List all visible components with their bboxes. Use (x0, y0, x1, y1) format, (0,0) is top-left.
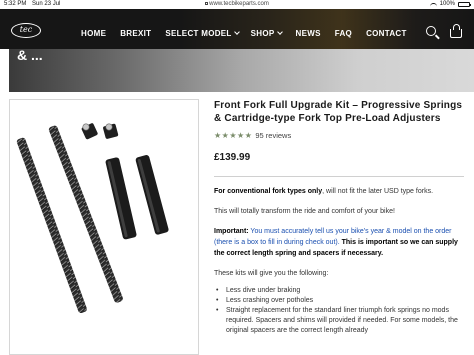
compatibility-rest: , will not fit the later USD type forks. (322, 188, 434, 195)
nav-item-contact[interactable]: CONTACT (366, 29, 407, 38)
search-icon[interactable] (426, 26, 436, 36)
product-title: Front Fork Full Upgrade Kit – Progressiv… (214, 100, 463, 124)
description-text: This will totally transform the ride and… (214, 208, 395, 215)
important-label: Important: (214, 228, 249, 235)
nav-menu: HOME BREXIT SELECT MODEL SHOP NEWS FAQ C… (81, 29, 407, 38)
preload-adjuster-1 (81, 123, 98, 140)
kit-intro: These kits will give you the following: (214, 270, 329, 277)
chevron-down-icon (233, 29, 240, 35)
nav-item-shop[interactable]: SHOP (251, 29, 283, 38)
main-nav: tec HOME BREXIT SELECT MODEL SHOP NEWS F… (0, 9, 474, 49)
nav-icons (426, 23, 462, 38)
battery-percent: 100% (439, 1, 455, 7)
status-indicators: 100% (429, 0, 471, 9)
address-bar[interactable]: www.tecbikeparts.com (0, 0, 474, 9)
hero-banner: & ... (9, 47, 474, 92)
chevron-down-icon (276, 29, 283, 35)
spring-left (16, 137, 87, 313)
site-logo[interactable]: tec (11, 23, 41, 38)
product-price: £139.99 (214, 152, 251, 163)
product-image[interactable] (9, 99, 199, 355)
product-rating[interactable]: ★★★★★ 95 reviews (214, 131, 466, 140)
url-text[interactable]: www.tecbikeparts.com (209, 1, 269, 7)
spacer-tube-1 (105, 157, 137, 240)
spring-right (48, 125, 123, 303)
compatibility-bold: For conventional fork types only (214, 188, 323, 195)
preload-adjuster-2 (103, 123, 119, 139)
star-rating-icon: ★★★★★ (214, 131, 253, 140)
cart-icon[interactable] (450, 23, 462, 38)
spacer-tube-2 (135, 155, 169, 235)
fork-kit-illustration (16, 123, 169, 313)
nav-item-home[interactable]: HOME (81, 29, 106, 38)
wifi-icon (429, 2, 437, 7)
product-info: Front Fork Full Upgrade Kit – Progressiv… (214, 99, 466, 336)
list-item: Less crashing over potholes (214, 296, 466, 306)
hero-text: & ... (17, 47, 43, 63)
nav-item-news[interactable]: NEWS (296, 29, 321, 38)
compatibility-note: For conventional fork types only, will n… (214, 186, 466, 197)
divider (214, 176, 464, 177)
nav-item-faq[interactable]: FAQ (335, 29, 352, 38)
lock-icon (205, 1, 209, 5)
nav-item-select-model[interactable]: SELECT MODEL (165, 29, 240, 38)
battery-icon (458, 2, 471, 7)
nav-item-brexit[interactable]: BREXIT (120, 29, 151, 38)
status-bar: 5:32 PM Sun 23 Jul www.tecbikeparts.com … (0, 0, 474, 9)
list-item: Straight replacement for the standard li… (214, 306, 466, 336)
benefits-list: Less dive under braking Less crashing ov… (214, 286, 466, 336)
list-item: Less dive under braking (214, 286, 466, 296)
important-note: Important: You must accurately tell us y… (214, 226, 466, 259)
review-count[interactable]: 95 reviews (255, 131, 291, 140)
